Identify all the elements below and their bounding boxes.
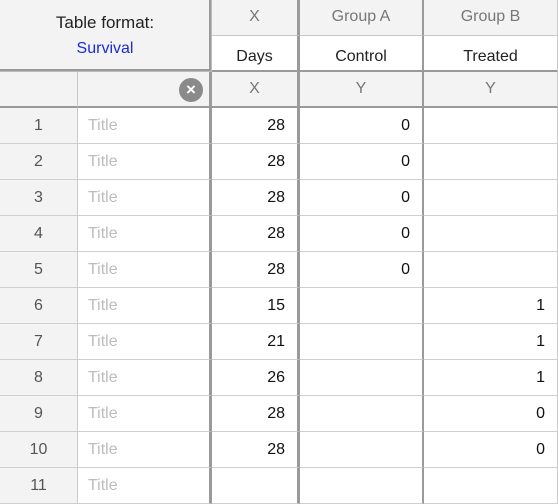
column-header-group-b[interactable]: Group B [424,0,558,36]
cell-group-b-treated[interactable]: 1 [424,324,558,360]
table-format-value[interactable]: Survival [0,40,210,58]
cell-group-b-treated[interactable]: 0 [424,432,558,468]
column-type-a: Y [300,72,424,108]
cell-group-a-control[interactable]: 0 [300,144,424,180]
cell-group-b-treated[interactable] [424,216,558,252]
cell-group-b-treated[interactable] [424,144,558,180]
row-title-cell[interactable]: Title [78,180,212,216]
row-number[interactable]: 11 [0,468,78,504]
column-header-group-a[interactable]: Group A [300,0,424,36]
cell-group-b-treated[interactable]: 1 [424,288,558,324]
cell-x-days[interactable]: 15 [212,288,300,324]
row-number[interactable]: 5 [0,252,78,288]
cell-x-days[interactable]: 28 [212,180,300,216]
cell-group-b-treated[interactable]: 0 [424,396,558,432]
cell-group-a-control[interactable] [300,324,424,360]
row-number[interactable]: 9 [0,396,78,432]
cell-group-a-control[interactable] [300,468,424,504]
cell-x-days[interactable]: 28 [212,108,300,144]
cell-x-days[interactable]: 28 [212,252,300,288]
cell-x-days[interactable]: 28 [212,396,300,432]
data-table: Table format: Survival X Group A Group B… [0,0,558,504]
row-number[interactable]: 2 [0,144,78,180]
column-header-x-group[interactable]: X [212,0,300,36]
cell-group-a-control[interactable] [300,432,424,468]
column-type-b: Y [424,72,558,108]
cell-group-a-control[interactable] [300,288,424,324]
row-title-cell[interactable]: Title [78,288,212,324]
row-number[interactable]: 6 [0,288,78,324]
column-name-control[interactable]: Control [300,36,424,72]
cell-group-a-control[interactable]: 0 [300,108,424,144]
row-title-cell[interactable]: Title [78,396,212,432]
row-title-cell[interactable]: Title [78,324,212,360]
column-name-treated[interactable]: Treated [424,36,558,72]
cell-group-a-control[interactable]: 0 [300,252,424,288]
cell-group-a-control[interactable] [300,396,424,432]
cell-group-b-treated[interactable] [424,108,558,144]
row-number[interactable]: 10 [0,432,78,468]
cell-x-days[interactable]: 26 [212,360,300,396]
row-title-cell[interactable]: Title [78,360,212,396]
cell-x-days[interactable] [212,468,300,504]
row-title-cell[interactable]: Title [78,216,212,252]
row-title-cell[interactable]: Title [78,108,212,144]
column-name-days[interactable]: Days [212,36,300,72]
row-number[interactable]: 8 [0,360,78,396]
row-title-cell[interactable]: Title [78,432,212,468]
clear-x-icon[interactable]: × [179,78,203,102]
row-title-cell[interactable]: Title [78,252,212,288]
row-number[interactable]: 3 [0,180,78,216]
column-type-x: X [212,72,300,108]
table-format-label: Table format: [55,13,155,32]
table-format-box[interactable]: Table format: Survival [0,0,212,72]
cell-x-days[interactable]: 28 [212,216,300,252]
cell-group-a-control[interactable] [300,360,424,396]
cell-group-a-control[interactable]: 0 [300,216,424,252]
row-number-header [0,72,78,108]
cell-x-days[interactable]: 21 [212,324,300,360]
row-number[interactable]: 7 [0,324,78,360]
cell-group-a-control[interactable]: 0 [300,180,424,216]
cell-group-b-treated[interactable]: 1 [424,360,558,396]
cell-group-b-treated[interactable] [424,180,558,216]
cell-group-b-treated[interactable] [424,468,558,504]
cell-x-days[interactable]: 28 [212,432,300,468]
row-title-cell[interactable]: Title [78,468,212,504]
cell-group-b-treated[interactable] [424,252,558,288]
row-number[interactable]: 4 [0,216,78,252]
row-number[interactable]: 1 [0,108,78,144]
row-title-cell[interactable]: Title [78,144,212,180]
cell-x-days[interactable]: 28 [212,144,300,180]
